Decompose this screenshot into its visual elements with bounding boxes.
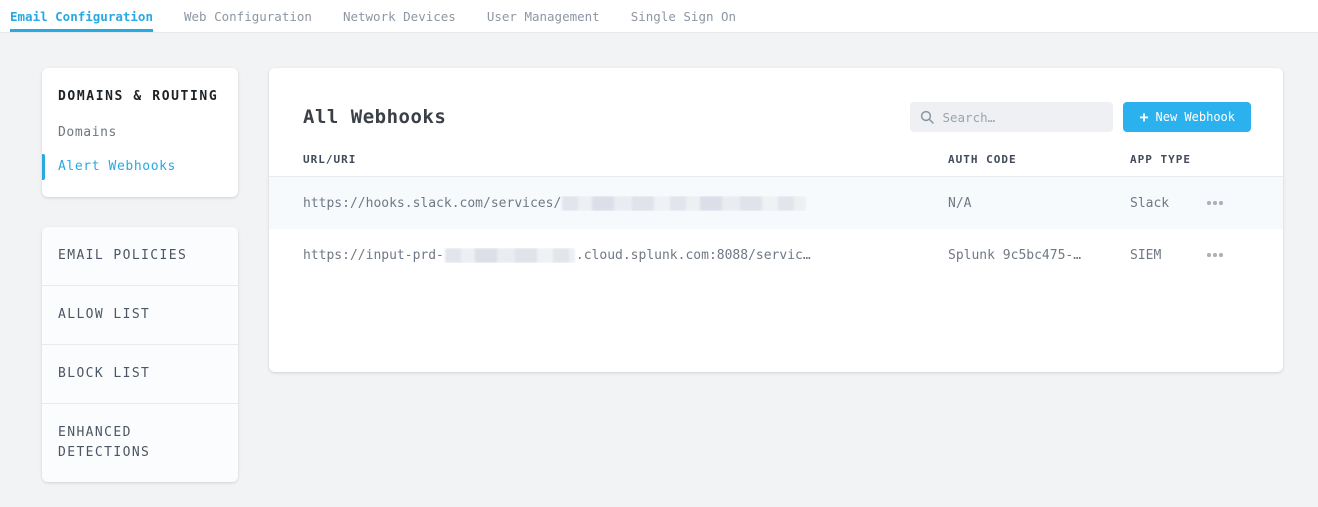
new-webhook-button-label: New Webhook bbox=[1156, 110, 1235, 124]
page-title: All Webhooks bbox=[303, 106, 446, 128]
tab-network-devices[interactable]: Network Devices bbox=[343, 0, 456, 32]
ellipsis-icon[interactable] bbox=[1205, 197, 1225, 209]
search-input[interactable] bbox=[942, 110, 1103, 125]
sidebar-item-domains[interactable]: Domains bbox=[58, 125, 222, 140]
sidebar-sections-card: EMAIL POLICIES ALLOW LIST BLOCK LIST ENH… bbox=[42, 227, 238, 482]
table-row: https://hooks.slack.com/services/ N/A Sl… bbox=[269, 177, 1283, 229]
new-webhook-button[interactable]: + New Webhook bbox=[1123, 102, 1251, 132]
sidebar-item-email-policies[interactable]: EMAIL POLICIES bbox=[42, 227, 238, 285]
page-content: DOMAINS & ROUTING Domains Alert Webhooks… bbox=[0, 33, 1318, 482]
ellipsis-icon[interactable] bbox=[1205, 249, 1225, 261]
sidebar-item-block-list[interactable]: BLOCK LIST bbox=[42, 344, 238, 403]
search-icon bbox=[920, 110, 934, 124]
active-item-indicator bbox=[42, 154, 45, 180]
table-header-row: URL/URI AUTH CODE APP TYPE bbox=[269, 132, 1283, 177]
column-header-app-type: APP TYPE bbox=[1130, 153, 1205, 166]
sidebar-item-alert-webhooks[interactable]: Alert Webhooks bbox=[58, 159, 222, 174]
table-row: https://input-prd- .cloud.splunk.com:808… bbox=[269, 229, 1283, 281]
tab-single-sign-on[interactable]: Single Sign On bbox=[631, 0, 736, 32]
webhook-url-text: https://input-prd- bbox=[303, 248, 444, 263]
app-type-cell: Slack bbox=[1130, 196, 1205, 211]
redacted-text-blur bbox=[445, 248, 575, 263]
plus-icon: + bbox=[1139, 110, 1148, 125]
app-type-cell: SIEM bbox=[1130, 248, 1205, 263]
panel-header: All Webhooks + New Webhook bbox=[303, 102, 1251, 132]
tab-email-configuration[interactable]: Email Configuration bbox=[10, 0, 153, 32]
webhook-url-cell: https://input-prd- .cloud.splunk.com:808… bbox=[303, 248, 948, 263]
tab-web-configuration[interactable]: Web Configuration bbox=[184, 0, 312, 32]
webhook-url-text: https://hooks.slack.com/services/ bbox=[303, 196, 561, 211]
redacted-text-blur bbox=[562, 196, 806, 211]
sidebar-item-enhanced-detections[interactable]: ENHANCED DETECTIONS bbox=[42, 403, 238, 482]
domains-routing-card: DOMAINS & ROUTING Domains Alert Webhooks bbox=[42, 68, 238, 197]
webhook-url-cell: https://hooks.slack.com/services/ bbox=[303, 196, 948, 211]
column-header-auth-code: AUTH CODE bbox=[948, 153, 1130, 166]
sidebar: DOMAINS & ROUTING Domains Alert Webhooks… bbox=[42, 68, 238, 482]
auth-code-cell: N/A bbox=[948, 196, 1130, 211]
auth-code-cell: Splunk 9c5bc475-… bbox=[948, 248, 1130, 263]
column-header-url: URL/URI bbox=[303, 153, 948, 166]
webhooks-panel: All Webhooks + New Webhook URL/URI AUTH … bbox=[269, 68, 1283, 372]
search-box[interactable] bbox=[910, 102, 1113, 132]
webhook-url-text: .cloud.splunk.com:8088/servic… bbox=[576, 248, 811, 263]
sidebar-item-allow-list[interactable]: ALLOW LIST bbox=[42, 285, 238, 344]
domains-routing-heading: DOMAINS & ROUTING bbox=[58, 89, 222, 104]
tab-user-management[interactable]: User Management bbox=[487, 0, 600, 32]
top-tab-bar: Email Configuration Web Configuration Ne… bbox=[0, 0, 1318, 33]
